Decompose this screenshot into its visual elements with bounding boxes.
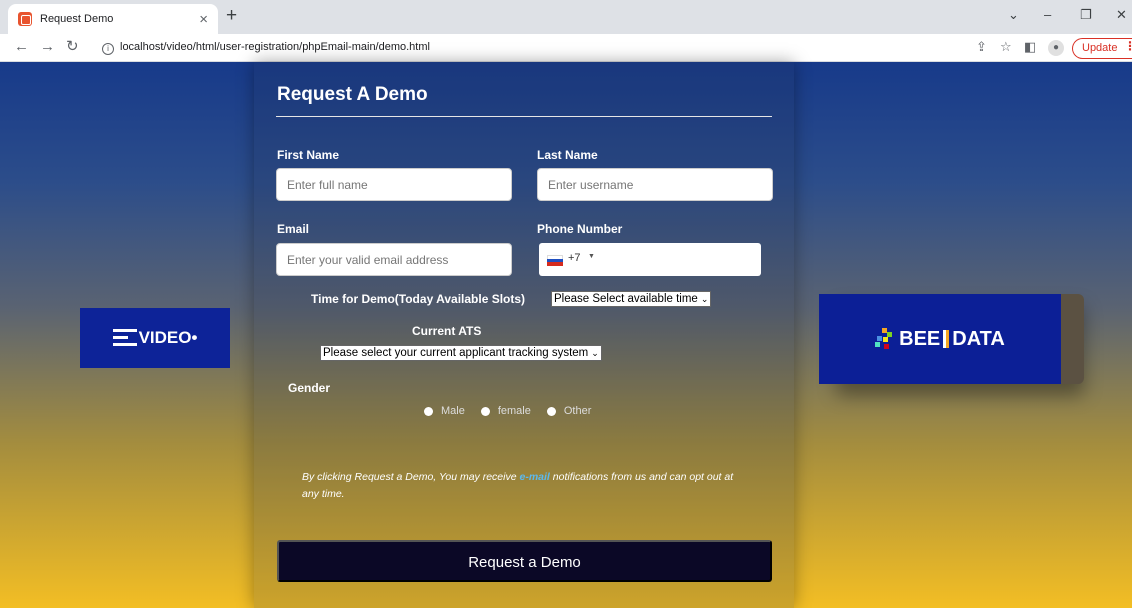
gender-male-radio[interactable]: Male [424,405,465,417]
phone-input[interactable]: +7 ▼ [539,243,761,276]
site-info-icon[interactable]: i [102,43,114,55]
profile-avatar-icon[interactable]: ● [1048,40,1064,56]
form-title: Request A Demo [277,84,428,105]
ats-label: Current ATS [412,324,482,338]
reload-icon[interactable]: ↻ [66,39,79,55]
title-divider [276,116,772,117]
last-name-input[interactable] [537,168,773,201]
last-name-label: Last Name [537,148,598,162]
back-arrow-icon[interactable]: ← [14,39,29,55]
chevron-down-icon: ⌄ [591,348,599,358]
request-demo-button[interactable]: Request a Demo [277,540,772,582]
bee-data-separator-icon [943,330,950,348]
bee-data-text-right: DATA [952,327,1005,350]
video-logo-suffix: • [191,328,198,347]
country-caret-icon[interactable]: ▼ [588,253,595,260]
browser-tab[interactable]: Request Demo × [8,4,218,34]
side-panel-icon[interactable]: ◧ [1024,40,1036,54]
share-icon[interactable]: ⇪ [976,40,987,54]
tab-title: Request Demo [40,13,114,25]
dial-code: +7 [568,252,581,264]
email-consent-note: By clicking Request a Demo, You may rece… [302,469,752,503]
first-name-label: First Name [277,148,340,162]
gender-female-label: female [497,405,531,417]
phone-label: Phone Number [537,222,623,236]
bee-data-text-left: BEE [899,327,941,350]
address-bar-row: ← → ↻ i localhost/video/html/user-registr… [0,34,1132,62]
demo-time-label: Time for Demo(Today Available Slots) [311,292,526,306]
ats-selected: Please select your current applicant tra… [323,347,589,359]
page-background: VIDEO • BEE DATA Request A Demo First Nam… [0,62,1132,608]
email-input[interactable] [276,243,512,276]
tab-close-icon[interactable]: × [199,12,208,27]
site-favicon-icon [18,12,32,26]
gender-other-radio[interactable]: Other [546,405,592,417]
bee-data-mark-icon [875,328,893,350]
menu-kebab-icon[interactable]: ⋮ [1124,39,1132,53]
restore-button[interactable]: ❐ [1080,7,1092,23]
demo-time-select[interactable]: Please Select available time ⌄ [551,291,712,307]
menu-lines-icon [112,328,139,348]
tab-search-icon[interactable]: ⌄ [1008,7,1019,23]
bee-data-logo[interactable]: BEE DATA [819,294,1061,384]
url-field[interactable]: i localhost/video/html/user-registration/… [102,41,430,55]
bookmark-star-icon[interactable]: ☆ [1000,40,1012,54]
gender-female-radio[interactable]: female [480,405,531,417]
update-button[interactable]: Update [1072,38,1132,59]
gender-options: Male female Other [424,405,607,417]
url-text: localhost/video/html/user-registration/p… [120,41,430,53]
minimize-button[interactable]: – [1044,7,1051,22]
forward-arrow-icon[interactable]: → [40,39,55,55]
request-demo-form: Request A Demo First Name Last Name Emai… [254,62,794,608]
first-name-input[interactable] [276,168,512,201]
chevron-down-icon: ⌄ [700,294,709,304]
gender-label: Gender [288,381,331,395]
email-label: Email [277,222,310,236]
gender-male-label: Male [441,405,465,417]
radio-circle-icon[interactable] [480,406,490,416]
new-tab-button[interactable]: + [226,6,237,26]
note-text-before: By clicking Request a Demo, You may rece… [302,471,520,483]
video-logo[interactable]: VIDEO • [80,308,230,368]
ats-select[interactable]: Please select your current applicant tra… [320,345,602,361]
browser-tab-bar: Request Demo × + ⌄ – ❐ ✕ [0,0,1132,34]
radio-circle-icon[interactable] [546,406,556,416]
radio-circle-icon[interactable] [424,406,433,416]
video-logo-text: VIDEO [138,328,192,347]
email-link[interactable]: e-mail [520,471,550,483]
russia-flag-icon[interactable] [547,255,563,266]
demo-time-selected: Please Select available time [554,293,698,305]
gender-other-label: Other [563,405,592,417]
close-window-button[interactable]: ✕ [1116,7,1127,23]
